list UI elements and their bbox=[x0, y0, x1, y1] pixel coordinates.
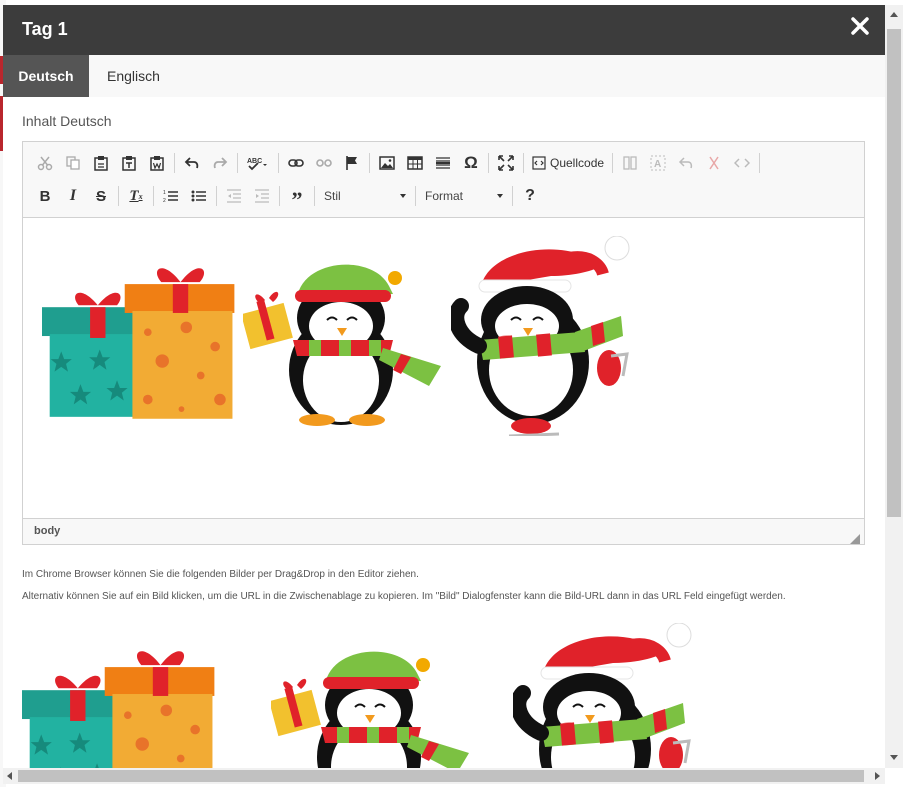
remove-format-icon[interactable]: Tx bbox=[122, 183, 150, 209]
click-copy-hint: Alternativ können Sie auf ein Bild klick… bbox=[22, 591, 786, 602]
penguin-skating-image[interactable] bbox=[451, 236, 651, 436]
link-icon[interactable] bbox=[282, 150, 310, 176]
show-blocks-icon[interactable] bbox=[616, 150, 644, 176]
toolbar-separator bbox=[279, 186, 280, 206]
paste-icon[interactable] bbox=[87, 150, 115, 176]
italic-icon[interactable]: I bbox=[59, 183, 87, 209]
toolbar-separator bbox=[118, 186, 119, 206]
format-dropdown[interactable]: Format bbox=[419, 184, 509, 208]
chevron-down-icon bbox=[400, 194, 406, 198]
bold-icon[interactable]: B bbox=[31, 183, 59, 209]
chevron-down-icon bbox=[497, 194, 503, 198]
undo-icon[interactable] bbox=[178, 150, 206, 176]
style-dropdown-label: Stil bbox=[324, 189, 341, 203]
horizontal-scrollbar[interactable] bbox=[3, 768, 885, 784]
toolbar-separator bbox=[523, 153, 524, 173]
field-label: Inhalt Deutsch bbox=[22, 113, 112, 129]
format-dropdown-label: Format bbox=[425, 189, 464, 203]
undo-box-icon[interactable] bbox=[672, 150, 700, 176]
table-icon[interactable] bbox=[401, 150, 429, 176]
toolbar-separator bbox=[174, 153, 175, 173]
copy-icon[interactable] bbox=[59, 150, 87, 176]
strike-icon[interactable]: S bbox=[87, 183, 115, 209]
blockquote-icon[interactable]: ” bbox=[283, 183, 311, 212]
spellcheck-icon[interactable]: ABC bbox=[241, 150, 275, 176]
toolbar-row-1: ABC Ω Quellcode A bbox=[31, 148, 763, 178]
anchor-icon[interactable] bbox=[338, 150, 366, 176]
paste-from-word-icon[interactable] bbox=[143, 150, 171, 176]
drag-drop-hint: Im Chrome Browser können Sie die folgend… bbox=[22, 569, 419, 580]
toolbar-separator bbox=[153, 186, 154, 206]
help-icon[interactable]: ? bbox=[516, 183, 544, 209]
scroll-up-icon[interactable] bbox=[890, 12, 898, 17]
horizontal-rule-icon[interactable] bbox=[429, 150, 457, 176]
tab-englisch[interactable]: Englisch bbox=[91, 55, 176, 97]
code-icon[interactable] bbox=[728, 150, 756, 176]
toolbar-separator bbox=[216, 186, 217, 206]
tab-deutsch[interactable]: Deutsch bbox=[3, 55, 89, 97]
editor-content-area[interactable] bbox=[23, 218, 864, 518]
scroll-left-icon[interactable] bbox=[7, 772, 12, 780]
vertical-scroll-thumb[interactable] bbox=[887, 29, 901, 517]
dialog-title: Tag 1 bbox=[22, 19, 68, 39]
toolbar-separator bbox=[415, 186, 416, 206]
svg-text:2: 2 bbox=[163, 198, 166, 204]
penguin-with-gift-image[interactable] bbox=[243, 248, 443, 428]
toolbar-separator bbox=[612, 153, 614, 173]
toolbar-separator bbox=[237, 153, 238, 173]
text-select-icon[interactable]: A bbox=[644, 150, 672, 176]
christmas-gifts-thumbnail[interactable] bbox=[22, 635, 224, 768]
toolbar-row-2: B I S Tx 12 ” Stil Format ? bbox=[31, 181, 544, 212]
toolbar-separator bbox=[369, 153, 370, 173]
redo-icon[interactable] bbox=[206, 150, 234, 176]
language-tabs: Deutsch Englisch bbox=[3, 55, 885, 97]
penguin-with-gift-thumbnail[interactable] bbox=[271, 635, 471, 768]
toolbar-separator bbox=[278, 153, 279, 173]
numbered-list-icon[interactable]: 12 bbox=[157, 183, 185, 209]
vertical-scrollbar[interactable] bbox=[885, 5, 903, 768]
editor-dialog: Tag 1 Deutsch Englisch Inhalt Deutsch AB… bbox=[3, 5, 885, 768]
element-path-bar: body bbox=[23, 518, 864, 544]
rich-text-editor: ABC Ω Quellcode A B I S T x 1 2 ” Stil F… bbox=[22, 141, 865, 545]
toolbar-separator bbox=[512, 186, 513, 206]
scroll-down-icon[interactable] bbox=[890, 755, 898, 760]
editor-toolbar: ABC Ω Quellcode A B I S T x 1 2 ” Stil F… bbox=[23, 142, 864, 218]
indent-icon[interactable] bbox=[248, 183, 276, 209]
christmas-gifts-image[interactable] bbox=[42, 252, 244, 422]
svg-text:1: 1 bbox=[163, 190, 166, 196]
close-icon[interactable] bbox=[849, 15, 871, 37]
element-path[interactable]: body bbox=[34, 525, 60, 537]
toolbar-separator bbox=[314, 186, 315, 206]
source-code-label: Quellcode bbox=[550, 156, 605, 170]
horizontal-scroll-thumb[interactable] bbox=[18, 770, 864, 782]
toolbar-separator bbox=[488, 153, 489, 173]
unlink-icon[interactable] bbox=[310, 150, 338, 176]
maximize-icon[interactable] bbox=[492, 150, 520, 176]
scroll-right-icon[interactable] bbox=[875, 772, 880, 780]
svg-text:A: A bbox=[654, 159, 661, 170]
style-dropdown[interactable]: Stil bbox=[318, 184, 412, 208]
dialog-titlebar: Tag 1 bbox=[3, 5, 885, 55]
toolbar-separator bbox=[759, 153, 761, 173]
outdent-icon[interactable] bbox=[220, 183, 248, 209]
remove-format-link-icon[interactable] bbox=[700, 150, 728, 176]
source-code-icon bbox=[532, 156, 546, 170]
cut-icon[interactable] bbox=[31, 150, 59, 176]
svg-text:ABC: ABC bbox=[247, 158, 262, 165]
bulleted-list-icon[interactable] bbox=[185, 183, 213, 209]
image-icon[interactable] bbox=[373, 150, 401, 176]
source-code-button[interactable]: Quellcode bbox=[527, 150, 609, 176]
penguin-skating-thumbnail[interactable] bbox=[513, 623, 713, 768]
paste-text-icon[interactable] bbox=[115, 150, 143, 176]
special-char-icon[interactable]: Ω bbox=[457, 150, 485, 176]
resize-handle-icon[interactable] bbox=[850, 531, 860, 544]
